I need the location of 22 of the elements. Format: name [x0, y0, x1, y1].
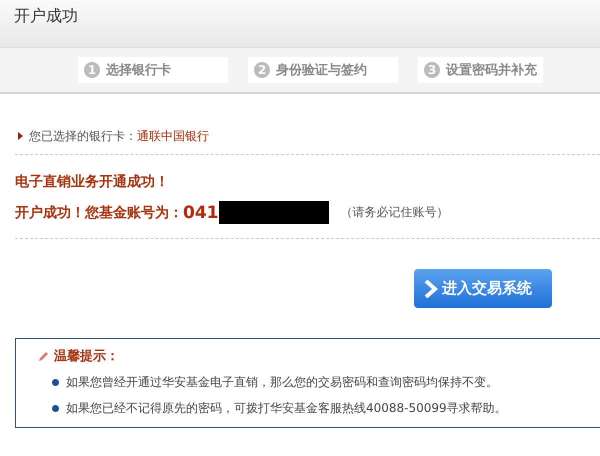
bullet-icon: [52, 379, 59, 386]
page-title: 开户成功: [14, 6, 78, 27]
step-label: 身份验证与签约: [276, 62, 367, 79]
step-number: 2: [254, 62, 270, 78]
success-message: 电子直销业务开通成功！: [15, 173, 170, 191]
tip-text: 如果您已经不记得原先的密码，可拨打华安基金客服热线40088-50099寻求帮助。: [66, 400, 507, 417]
chevron-icon: [424, 280, 438, 298]
account-number: 041: [183, 202, 218, 222]
step-label: 设置密码并补充: [446, 62, 537, 79]
step-label: 选择银行卡: [106, 62, 171, 79]
bullet-icon: [52, 405, 59, 412]
tips-title: 温馨提示：: [54, 348, 119, 365]
pencil-icon: [38, 350, 50, 362]
bank-label: 您已选择的银行卡：: [29, 128, 137, 144]
enter-trading-button[interactable]: 进入交易系统: [414, 269, 552, 308]
tip-text: 如果您曾经开通过华安基金电子直销，那么您的交易密码和查询密码均保持不变。: [66, 374, 498, 391]
step-number: 3: [424, 62, 440, 78]
bank-name: 通联中国银行: [137, 128, 209, 144]
account-note: （请务必记住账号）: [340, 204, 448, 221]
account-label: 开户成功！您基金账号为：: [15, 204, 183, 222]
step-number: 1: [84, 62, 100, 78]
triangle-icon: [18, 132, 23, 140]
